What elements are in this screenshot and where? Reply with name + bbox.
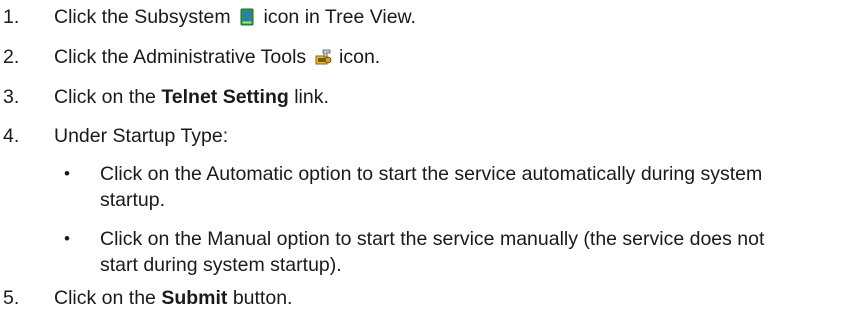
step-text: button.: [232, 287, 293, 309]
submit-button-label: Submit: [161, 287, 228, 309]
step-number: 1.: [3, 6, 20, 28]
administrative-tools-icon: [315, 49, 331, 65]
step-text: icon in Tree View.: [263, 6, 416, 28]
step-number: 3.: [3, 86, 20, 108]
telnet-setting-link-label: Telnet Setting: [161, 86, 289, 108]
step-number: 2.: [3, 46, 20, 68]
subsystem-icon: [240, 8, 254, 26]
bullet-text: Click on the Automatic option to start t…: [100, 163, 763, 211]
step-text: Under Startup Type:: [54, 125, 229, 147]
step-text: link.: [294, 86, 329, 108]
step-text: Click on the: [54, 287, 156, 309]
step-text: icon.: [339, 46, 381, 68]
step-text: Click the Administrative Tools: [54, 46, 307, 68]
step-text: Click on the: [54, 86, 156, 108]
step-text: Click the Subsystem: [54, 6, 231, 28]
step-number: 4.: [3, 125, 20, 147]
step-number: 5.: [3, 287, 20, 309]
bullet-glyph: •: [64, 229, 70, 248]
bullet-glyph: •: [64, 164, 70, 183]
instructions-page: { "steps": [ { "number": "1.", "before_i…: [0, 0, 841, 318]
bullet-text: Click on the Manual option to start the …: [100, 228, 765, 276]
